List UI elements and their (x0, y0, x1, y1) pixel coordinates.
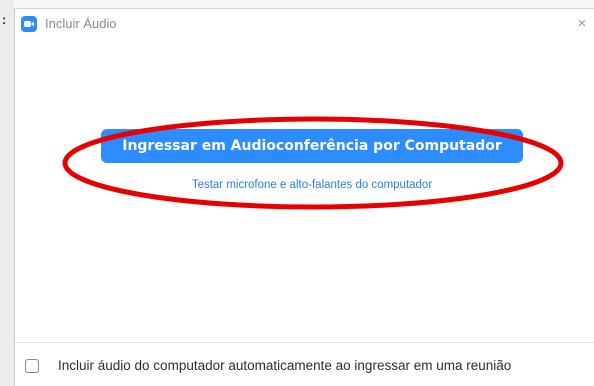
page: : Incluir Áudio × Ingressar em Audioconf… (0, 0, 594, 386)
background-window-edge: : (0, 0, 14, 386)
include-audio-dialog: Incluir Áudio × Ingressar em Audioconfer… (14, 8, 594, 386)
test-speaker-microphone-link[interactable]: Testar microfone e alto-falantes do comp… (101, 178, 523, 192)
title-bar: Incluir Áudio × (15, 9, 594, 39)
join-computer-audio-button[interactable]: Ingressar em Audioconferência por Comput… (101, 129, 523, 163)
window-title: Incluir Áudio (45, 16, 117, 31)
zoom-camera-icon (21, 16, 37, 32)
background-text: : (2, 12, 7, 27)
close-icon[interactable]: × (574, 15, 590, 33)
footer: Incluir áudio do computador automaticame… (15, 342, 594, 386)
auto-join-audio-label[interactable]: Incluir áudio do computador automaticame… (58, 358, 511, 374)
auto-join-audio-checkbox[interactable] (25, 359, 39, 373)
annotation-circle (62, 116, 564, 210)
